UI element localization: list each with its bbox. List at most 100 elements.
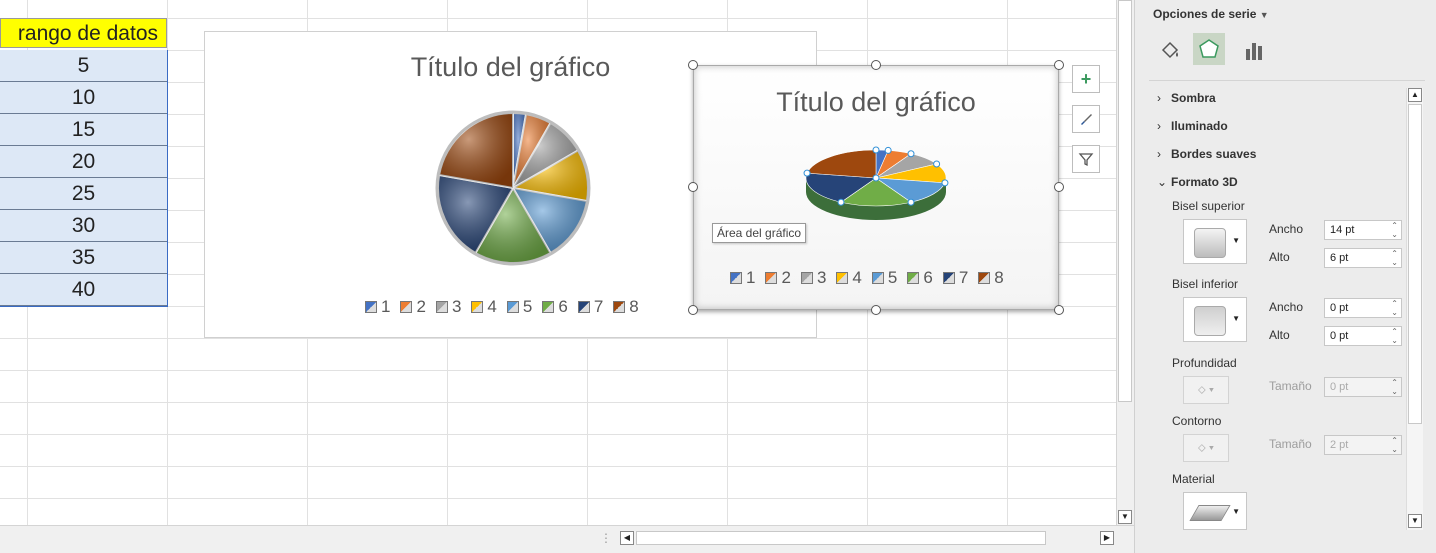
series-options-bar-icon[interactable] (1237, 34, 1271, 68)
depth-size-input: 0 pt ⌃ ⌄ (1324, 377, 1402, 397)
chevron-right-icon: › (1157, 147, 1161, 161)
legend-swatch (836, 272, 849, 284)
selection-point[interactable] (907, 150, 915, 158)
legend-item-7[interactable]: 7 (942, 268, 969, 288)
depth-label: Profundidad (1172, 356, 1237, 370)
selection-point[interactable] (872, 146, 880, 154)
legend-item-8[interactable]: 8 (978, 268, 1004, 288)
bevel-top-label: Bisel superior (1172, 199, 1245, 213)
series-options-dropdown[interactable]: Opciones de serie ▼ (1153, 7, 1269, 21)
resize-handle[interactable] (871, 60, 881, 70)
chevron-down-icon: ⌄ (1157, 175, 1168, 189)
legend-item-6[interactable]: 6 (542, 297, 568, 317)
bevel-preview-icon (1194, 228, 1226, 258)
worksheet-grid[interactable]: rango de datos 5 10 15 20 25 30 35 40 Tí… (0, 0, 1116, 525)
chevron-right-icon: › (1157, 119, 1161, 133)
material-picker[interactable]: ▼ (1183, 492, 1247, 530)
chart-styles-brush-icon[interactable] (1072, 105, 1100, 133)
scroll-down-arrow-icon[interactable]: ▼ (1408, 514, 1422, 528)
horizontal-scrollbar[interactable]: ◀ ▶ ⋮ (0, 525, 1134, 553)
bevel-top-width-input[interactable]: 14 pt ⌃ ⌄ (1324, 220, 1402, 240)
legend-item-1[interactable]: 1 (365, 297, 390, 317)
cell-header[interactable]: rango de datos (0, 18, 167, 48)
selection-point[interactable] (803, 169, 811, 177)
material-label: Material (1172, 472, 1215, 486)
legend-item-2[interactable]: 2 (400, 297, 426, 317)
selection-point[interactable] (872, 174, 880, 182)
legend-swatch (400, 301, 413, 313)
chart-legend[interactable]: 1 2 3 4 5 6 7 8 (730, 268, 1004, 288)
resize-handle[interactable] (1054, 182, 1064, 192)
depth-size-label: Tamaño (1269, 379, 1312, 393)
selection-point[interactable] (837, 198, 845, 206)
bevel-bottom-picker[interactable]: ▼ (1183, 297, 1247, 342)
chart-legend[interactable]: 1 2 3 4 5 6 7 8 (365, 297, 639, 317)
selection-point[interactable] (933, 160, 941, 168)
bevel-bottom-width-input[interactable]: 0 pt ⌃ ⌄ (1324, 298, 1402, 318)
spinner-arrows-icon[interactable]: ⌃ ⌄ (1391, 299, 1398, 317)
bevel-bottom-label: Bisel inferior (1172, 277, 1239, 291)
spinner-arrows-icon: ⌃ ⌄ (1391, 436, 1398, 454)
legend-item-7[interactable]: 7 (577, 297, 603, 317)
splitter-icon[interactable]: ⋮ (600, 531, 612, 545)
resize-handle[interactable] (1054, 60, 1064, 70)
scroll-thumb[interactable] (1408, 104, 1422, 424)
scroll-left-arrow-icon[interactable]: ◀ (620, 531, 634, 545)
legend-swatch (978, 272, 991, 284)
paint-bucket-icon: ⬦ ▾ (1197, 384, 1215, 396)
section-glow[interactable]: › Iluminado (1157, 119, 1228, 133)
legend-item-6[interactable]: 6 (907, 268, 933, 288)
legend-item-5[interactable]: 5 (871, 268, 897, 288)
scroll-thumb[interactable] (1118, 0, 1132, 402)
legend-item-3[interactable]: 3 (800, 268, 826, 288)
bevel-bottom-height-label: Alto (1269, 328, 1290, 342)
tooltip: Área del gráfico (712, 223, 807, 243)
legend-label: 7 (958, 268, 969, 287)
contour-size-label: Tamaño (1269, 437, 1312, 451)
scroll-up-arrow-icon[interactable]: ▲ (1408, 88, 1422, 102)
legend-item-8[interactable]: 8 (613, 297, 639, 317)
bevel-top-height-input[interactable]: 6 pt ⌃ ⌄ (1324, 248, 1402, 268)
legend-swatch (730, 272, 742, 284)
selection-point[interactable] (884, 146, 892, 154)
section-format-3d[interactable]: ⌄ Formato 3D (1157, 175, 1238, 189)
bevel-bottom-width-label: Ancho (1269, 300, 1304, 314)
resize-handle[interactable] (688, 182, 698, 192)
section-soft-edges[interactable]: › Bordes suaves (1157, 147, 1256, 161)
chart-filter-icon[interactable] (1072, 145, 1100, 173)
legend-swatch (907, 272, 920, 284)
scroll-thumb[interactable] (636, 531, 1046, 545)
legend-item-3[interactable]: 3 (435, 297, 461, 317)
legend-swatch (765, 272, 778, 284)
resize-handle[interactable] (871, 305, 881, 315)
pane-scrollbar[interactable]: ▲ ▼ (1406, 88, 1423, 530)
vertical-scrollbar[interactable]: ▼ (1116, 0, 1134, 525)
bevel-preview-icon (1194, 306, 1226, 336)
resize-handle[interactable] (688, 305, 698, 315)
contour-color-picker: ⬦ ▾ (1183, 434, 1229, 462)
scroll-down-arrow-icon[interactable]: ▼ (1118, 510, 1132, 524)
section-shadow[interactable]: › Sombra (1157, 91, 1216, 105)
selection-point[interactable] (907, 198, 915, 206)
bevel-bottom-height-input[interactable]: 0 pt ⌃ ⌄ (1324, 326, 1402, 346)
scroll-right-arrow-icon[interactable]: ▶ (1100, 531, 1114, 545)
pie-chart-3d[interactable]: Título del gráfico 12345678 (693, 65, 1059, 310)
bevel-top-picker[interactable]: ▼ (1183, 219, 1247, 264)
depth-color-picker: ⬦ ▾ (1183, 376, 1229, 404)
effects-pentagon-icon[interactable] (1193, 33, 1225, 65)
legend-item-2[interactable]: 2 (765, 268, 791, 288)
legend-item-1[interactable]: 1 (730, 268, 755, 288)
legend-item-4[interactable]: 4 (471, 297, 497, 317)
legend-item-4[interactable]: 4 (836, 268, 862, 288)
spinner-arrows-icon[interactable]: ⌃ ⌄ (1391, 249, 1398, 267)
chart-elements-plus-icon[interactable]: + (1072, 65, 1100, 93)
selection-point[interactable] (941, 179, 949, 187)
legend-item-5[interactable]: 5 (506, 297, 532, 317)
fill-line-icon[interactable] (1153, 34, 1187, 68)
resize-handle[interactable] (1054, 305, 1064, 315)
spinner-arrows-icon[interactable]: ⌃ ⌄ (1391, 221, 1398, 239)
resize-handle[interactable] (688, 60, 698, 70)
pie-slice-8[interactable] (806, 149, 877, 179)
spinner-arrows-icon[interactable]: ⌃ ⌄ (1391, 327, 1398, 345)
spinner-arrows-icon: ⌃ ⌄ (1391, 378, 1398, 396)
